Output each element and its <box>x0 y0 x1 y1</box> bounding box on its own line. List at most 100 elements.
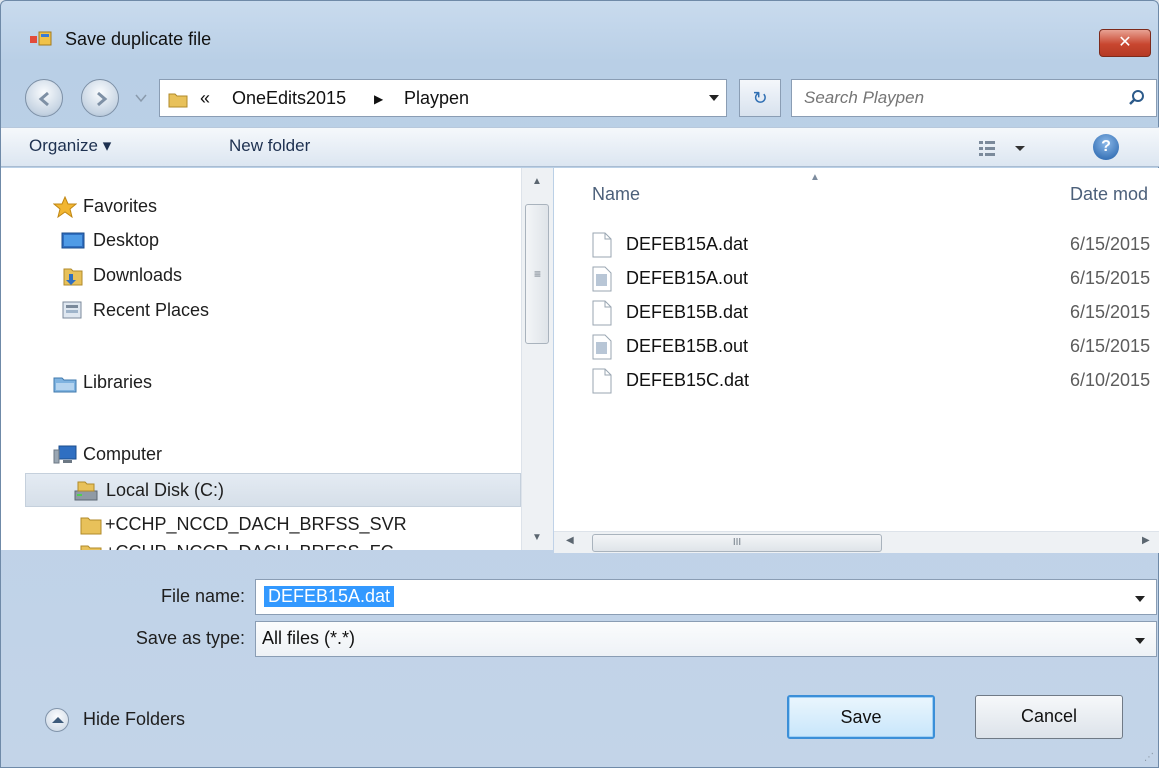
scroll-down-arrow-icon[interactable]: ▼ <box>532 532 542 543</box>
cancel-button[interactable]: Cancel <box>975 695 1123 739</box>
organize-menu[interactable]: Organize ▾ <box>29 136 111 156</box>
help-icon[interactable]: ? <box>1093 134 1119 160</box>
file-icon <box>592 300 612 326</box>
title-bar: Save duplicate file ✕ <box>1 1 1158 57</box>
file-date: 6/15/2015 <box>1070 234 1151 254</box>
recent-places-icon <box>62 301 82 319</box>
star-icon <box>53 196 77 218</box>
save-as-type-dropdown-icon[interactable] <box>1134 637 1146 645</box>
hide-folders-label: Hide Folders <box>83 709 186 729</box>
nav-item-recent-places[interactable]: Recent Places <box>1 294 521 328</box>
save-dialog: Save duplicate file ✕ « OneEdits2015 ▶ P… <box>0 0 1159 768</box>
column-header-date[interactable]: Date mod <box>1070 184 1148 205</box>
forward-arrow-icon <box>97 91 108 107</box>
nav-item-label: Recent Places <box>93 300 210 320</box>
computer-icon <box>53 445 77 464</box>
nav-item-label: Desktop <box>93 230 160 250</box>
file-list-horizontal-scrollbar[interactable]: ◀ III ▶ <box>554 531 1159 553</box>
navigation-pane-scrollbar[interactable]: ▲ ≡ ▼ <box>521 168 553 550</box>
file-date: 6/10/2015 <box>1070 370 1151 390</box>
text-file-icon <box>592 266 612 292</box>
nav-item-folder[interactable]: +CCHP_NCCD_DACH_BRFSS_FC <box>1 536 521 550</box>
file-row[interactable]: DEFEB15B.dat 6/15/2015 <box>554 296 1159 330</box>
search-icon[interactable] <box>1128 89 1146 107</box>
nav-item-label: +CCHP_NCCD_DACH_BRFSS_FC <box>105 542 394 550</box>
file-icon <box>592 368 612 394</box>
nav-item-label: Libraries <box>83 372 153 392</box>
nav-item-local-disk[interactable]: Local Disk (C:) <box>25 473 521 507</box>
column-header-name[interactable]: Name <box>592 184 640 205</box>
breadcrumb-separator-icon[interactable]: ▶ <box>374 92 383 106</box>
file-date: 6/15/2015 <box>1070 268 1151 288</box>
thumb-grip: ≡ <box>534 267 542 281</box>
breadcrumb-overflow[interactable]: « <box>200 88 210 109</box>
file-date: 6/15/2015 <box>1070 336 1151 356</box>
nav-item-favorites[interactable]: Favorites <box>1 190 521 224</box>
resize-grip-icon[interactable]: ⋰ <box>1144 752 1154 763</box>
save-as-type-select[interactable]: All files (*.*) <box>255 621 1157 657</box>
folder-icon <box>168 93 188 108</box>
scroll-up-arrow-icon[interactable]: ▲ <box>532 176 542 187</box>
file-date: 6/15/2015 <box>1070 302 1151 322</box>
nav-item-desktop[interactable]: Desktop <box>1 224 521 258</box>
chevron-up-icon <box>45 708 69 732</box>
search-input[interactable] <box>802 86 1102 110</box>
file-name-combobox[interactable]: DEFEB15A.dat <box>255 579 1157 615</box>
nav-item-downloads[interactable]: Downloads <box>1 259 521 293</box>
downloads-icon <box>63 268 83 286</box>
file-name-dropdown-icon[interactable] <box>1134 595 1146 603</box>
nav-item-libraries[interactable]: Libraries <box>1 366 521 400</box>
refresh-button[interactable]: ↻ <box>739 79 781 117</box>
change-view-icon[interactable] <box>973 136 1033 160</box>
scrollbar-thumb[interactable]: ≡ <box>525 204 549 344</box>
forward-button[interactable] <box>81 79 119 117</box>
navigation-pane: Favorites Desktop Downloads Recent Place… <box>1 168 521 550</box>
refresh-icon: ↻ <box>752 88 768 108</box>
file-row[interactable]: DEFEB15C.dat 6/10/2015 <box>554 364 1159 398</box>
save-as-type-label: Save as type: <box>135 628 245 648</box>
folder-icon <box>80 545 102 550</box>
scrollbar-thumb[interactable]: III <box>592 534 882 552</box>
nav-item-label: Computer <box>83 444 163 464</box>
nav-item-label: Local Disk (C:) <box>106 480 225 500</box>
nav-item-computer[interactable]: Computer <box>1 438 521 472</box>
file-name: DEFEB15B.out <box>626 336 749 356</box>
file-row[interactable]: DEFEB15A.dat 6/15/2015 <box>554 228 1159 262</box>
file-row[interactable]: DEFEB15B.out 6/15/2015 <box>554 330 1159 364</box>
new-folder-button[interactable]: New folder <box>229 136 310 156</box>
text-file-icon <box>592 334 612 360</box>
nav-item-label: +CCHP_NCCD_DACH_BRFSS_SVR <box>105 514 407 534</box>
file-name: DEFEB15A.dat <box>626 234 749 254</box>
file-list: ▲ Name Date mod DEFEB15A.dat 6/15/2015 D… <box>554 168 1159 550</box>
file-name-field[interactable]: DEFEB15A.dat <box>264 586 395 607</box>
nav-item-label: Downloads <box>93 265 183 285</box>
hard-drive-icon <box>74 481 98 501</box>
file-name: DEFEB15B.dat <box>626 302 749 322</box>
search-box[interactable] <box>791 79 1157 117</box>
scroll-right-arrow-icon[interactable]: ▶ <box>1142 535 1150 546</box>
breadcrumb-item[interactable]: Playpen <box>404 88 469 109</box>
dialog-app-icon <box>30 31 52 46</box>
breadcrumb-item[interactable]: OneEdits2015 <box>232 88 346 109</box>
file-name: DEFEB15A.out <box>626 268 749 288</box>
back-arrow-icon <box>38 91 49 107</box>
nav-item-label: Favorites <box>83 196 158 216</box>
desktop-icon <box>61 232 85 249</box>
sort-ascending-icon: ▲ <box>810 172 820 183</box>
file-icon <box>592 232 612 258</box>
scroll-left-arrow-icon[interactable]: ◀ <box>566 535 574 546</box>
file-name: DEFEB15C.dat <box>626 370 750 390</box>
back-button[interactable] <box>25 79 63 117</box>
file-name-label: File name: <box>160 586 245 606</box>
address-bar[interactable]: « OneEdits2015 ▶ Playpen <box>159 79 727 117</box>
libraries-icon <box>53 377 77 393</box>
dialog-title: Save duplicate file <box>65 29 212 49</box>
command-toolbar: Organize ▾ New folder ? <box>1 127 1159 167</box>
save-button[interactable]: Save <box>787 695 935 739</box>
file-row[interactable]: DEFEB15A.out 6/15/2015 <box>554 262 1159 296</box>
save-as-type-value: All files (*.*) <box>262 628 356 648</box>
recent-pages-dropdown-icon[interactable] <box>135 93 147 103</box>
address-dropdown-icon[interactable] <box>708 94 720 102</box>
folder-icon <box>80 517 102 535</box>
close-button[interactable]: ✕ <box>1099 29 1151 57</box>
